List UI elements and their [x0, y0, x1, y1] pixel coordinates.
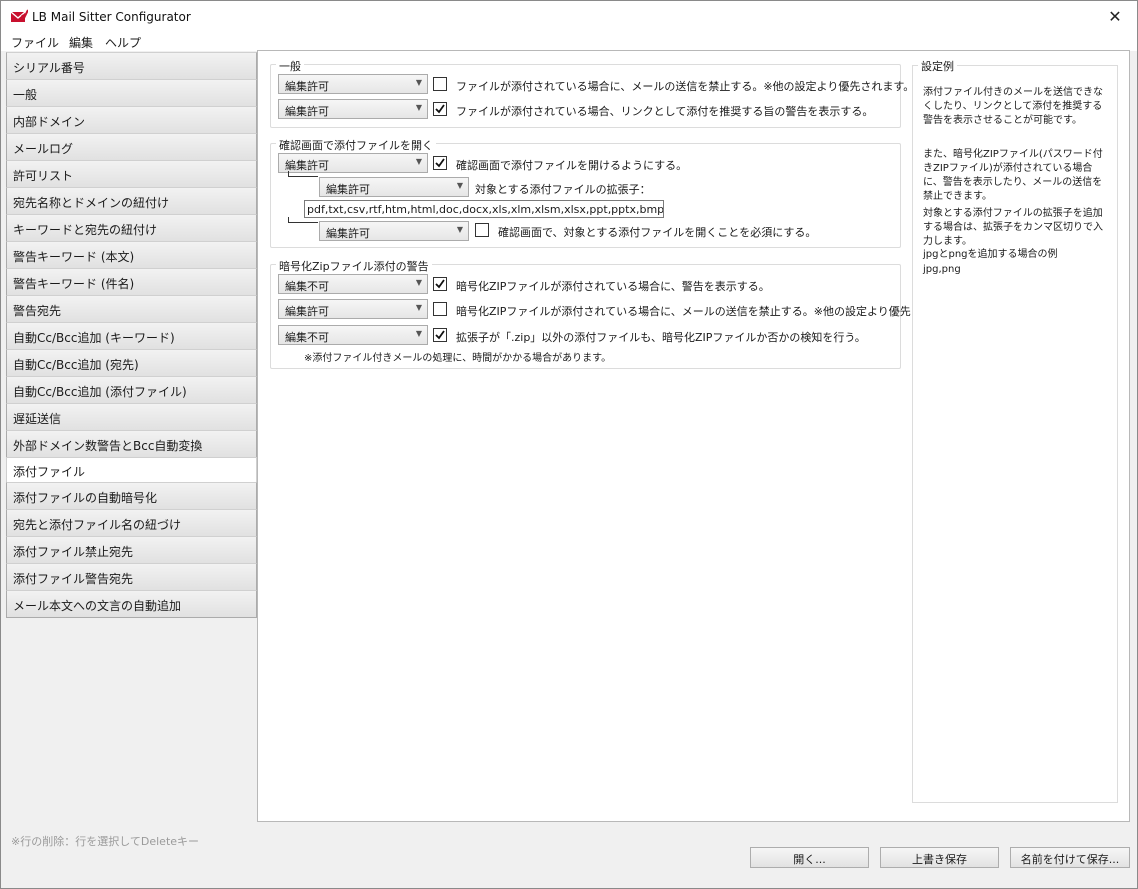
dropdown-value: 編集許可 — [285, 105, 329, 118]
menu-edit[interactable]: 編集 — [65, 32, 99, 51]
app-window: LB Mail Sitter Configurator ✕ ファイル 編集 ヘル… — [0, 0, 1138, 889]
general-group: 一般 編集許可 ▼ ファイルが添付されている場合に、メールの送信を禁止する。※他の… — [270, 58, 914, 128]
sidebar-item-recipient-filename-link[interactable]: 宛先と添付ファイル名の紐づけ — [6, 509, 257, 537]
example-title: 設定例 — [918, 58, 957, 74]
general-group-title: 一般 — [276, 58, 304, 74]
sidebar-item-allow-list[interactable]: 許可リスト — [6, 160, 257, 188]
sidebar-item-keyword-recipient-link[interactable]: キーワードと宛先の紐付け — [6, 214, 257, 242]
zip-block-label: 暗号化ZIPファイルが添付されている場合に、メールの送信を禁止する。※他の設定よ… — [456, 305, 965, 318]
sidebar-item-recipient-domain-link[interactable]: 宛先名称とドメインの紐付け — [6, 187, 257, 215]
save-as-button[interactable]: 名前を付けて保存... — [1010, 847, 1130, 868]
dropdown-value: 編集許可 — [326, 227, 370, 240]
zip-warn-label: 暗号化ZIPファイルが添付されている場合に、警告を表示する。 — [456, 280, 770, 293]
sidebar-item-warn-keyword-body[interactable]: 警告キーワード (本文) — [6, 241, 257, 269]
confirm-open-dropdown[interactable]: 編集許可 ▼ — [278, 153, 428, 173]
sidebar-item-warn-recipient[interactable]: 警告宛先 — [6, 295, 257, 323]
sidebar-item-general[interactable]: 一般 — [6, 79, 257, 107]
example-paragraph-3: 対象とする添付ファイルの拡張子を追加する場合は、拡張子をカンマ区切りで入力します… — [923, 208, 1103, 247]
general-row2-dropdown[interactable]: 編集許可 ▼ — [278, 99, 428, 119]
checkmark-icon — [435, 104, 445, 114]
title-bar: LB Mail Sitter Configurator ✕ — [1, 1, 1137, 32]
sidebar-item-body-auto-append[interactable]: メール本文への文言の自動追加 — [6, 590, 257, 618]
checkmark-icon — [435, 330, 445, 340]
sidebar-item-serial[interactable]: シリアル番号 — [6, 52, 257, 80]
dropdown-value: 編集不可 — [285, 280, 329, 293]
zip-block-checkbox[interactable] — [433, 302, 447, 316]
extension-label: 対象とする添付ファイルの拡張子： — [475, 183, 651, 196]
zip-detect-label: 拡張子が「.zip」以外の添付ファイルも、暗号化ZIPファイルか否かの検知を行う… — [456, 331, 866, 344]
chevron-down-icon: ▼ — [456, 181, 463, 190]
general-row1-checkbox[interactable] — [433, 77, 447, 91]
confirm-open-checkbox[interactable] — [433, 156, 447, 170]
close-icon[interactable]: ✕ — [1093, 1, 1137, 32]
chevron-down-icon: ▼ — [456, 225, 463, 234]
zip-detect-dropdown[interactable]: 編集不可 ▼ — [278, 325, 428, 345]
chevron-down-icon: ▼ — [415, 329, 422, 338]
general-row1-label: ファイルが添付されている場合に、メールの送信を禁止する。※他の設定より優先されま… — [456, 80, 915, 93]
category-sidebar: シリアル番号 一般 内部ドメイン メールログ 許可リスト 宛先名称とドメインの紐… — [6, 52, 257, 618]
chevron-down-icon: ▼ — [415, 103, 422, 112]
chevron-down-icon: ▼ — [415, 78, 422, 87]
open-required-label: 確認画面で、対象とする添付ファイルを開くことを必須にする。 — [498, 226, 817, 239]
zip-group-title: 暗号化Zipファイル添付の警告 — [276, 258, 432, 274]
sidebar-item-external-domain-warn[interactable]: 外部ドメイン数警告とBcc自動変換 — [6, 430, 257, 458]
general-row2-checkbox[interactable] — [433, 102, 447, 116]
general-row2-label: ファイルが添付されている場合、リンクとして添付を推奨する旨の警告を表示する。 — [456, 105, 874, 118]
confirm-open-label: 確認画面で添付ファイルを開けるようにする。 — [456, 159, 688, 172]
tree-connector — [288, 217, 318, 223]
sidebar-item-delayed-send[interactable]: 遅延送信 — [6, 403, 257, 431]
confirm-group: 確認画面で添付ファイルを開く 編集許可 ▼ 確認画面で添付ファイルを開けるようにす… — [270, 137, 901, 248]
chevron-down-icon: ▼ — [415, 303, 422, 312]
open-button[interactable]: 開く... — [750, 847, 869, 868]
open-required-checkbox[interactable] — [475, 223, 489, 237]
example-paragraph-2: また、暗号化ZIPファイル(パスワード付きZIPファイル)が添付されている場合に… — [923, 149, 1103, 202]
extension-input[interactable]: pdf,txt,csv,rtf,htm,html,doc,docx,xls,xl… — [304, 200, 664, 218]
general-row1-dropdown[interactable]: 編集許可 ▼ — [278, 74, 428, 94]
tree-connector — [288, 171, 318, 177]
sidebar-item-auto-cc-keyword[interactable]: 自動Cc/Bcc追加 (キーワード) — [6, 322, 257, 350]
dropdown-value: 編集不可 — [285, 331, 329, 344]
app-logo-icon — [10, 9, 28, 22]
example-paragraph-5: jpg,png — [923, 264, 961, 275]
overwrite-save-button[interactable]: 上書き保存 — [880, 847, 999, 868]
extension-dropdown[interactable]: 編集許可 ▼ — [319, 177, 469, 197]
dropdown-value: 編集許可 — [285, 305, 329, 318]
menu-bar: ファイル 編集 ヘルプ — [1, 32, 1137, 51]
menu-file[interactable]: ファイル — [1, 32, 65, 51]
chevron-down-icon: ▼ — [415, 278, 422, 287]
example-panel: 設定例 添付ファイル付きのメールを送信できなくしたり、リンクとして添付を推奨する… — [912, 58, 1118, 803]
example-paragraph-1: 添付ファイル付きのメールを送信できなくしたり、リンクとして添付を推奨する警告を表… — [923, 87, 1103, 126]
zip-block-dropdown[interactable]: 編集許可 ▼ — [278, 299, 428, 319]
delete-row-hint: ※行の削除：行を選択してDeleteキー — [11, 835, 200, 848]
zip-warn-dropdown[interactable]: 編集不可 ▼ — [278, 274, 428, 294]
chevron-down-icon: ▼ — [415, 157, 422, 166]
sidebar-item-attachment-block-recipient[interactable]: 添付ファイル禁止宛先 — [6, 536, 257, 564]
checkmark-icon — [435, 158, 445, 168]
menu-help[interactable]: ヘルプ — [99, 32, 147, 51]
zip-warning-group: 暗号化Zipファイル添付の警告 編集不可 ▼ 暗号化ZIPファイルが添付されている… — [270, 258, 965, 369]
confirm-group-title: 確認画面で添付ファイルを開く — [276, 137, 436, 153]
dropdown-value: 編集許可 — [285, 80, 329, 93]
sidebar-item-attachment-encrypt[interactable]: 添付ファイルの自動暗号化 — [6, 482, 257, 510]
open-required-dropdown[interactable]: 編集許可 ▼ — [319, 221, 469, 241]
zip-warn-checkbox[interactable] — [433, 277, 447, 291]
zip-detect-checkbox[interactable] — [433, 328, 447, 342]
sidebar-item-auto-cc-attachment[interactable]: 自動Cc/Bcc追加 (添付ファイル) — [6, 376, 257, 404]
sidebar-item-attachment[interactable]: 添付ファイル — [6, 457, 257, 483]
dropdown-value: 編集許可 — [326, 183, 370, 196]
sidebar-item-mail-log[interactable]: メールログ — [6, 133, 257, 161]
zip-note: ※添付ファイル付きメールの処理に、時間がかかる場合があります。 — [304, 353, 612, 364]
checkmark-icon — [435, 279, 445, 289]
sidebar-item-warn-keyword-subject[interactable]: 警告キーワード (件名) — [6, 268, 257, 296]
example-paragraph-4: jpgとpngを追加する場合の例 — [923, 249, 1058, 260]
window-title: LB Mail Sitter Configurator — [32, 10, 191, 24]
sidebar-item-auto-cc-recipient[interactable]: 自動Cc/Bcc追加 (宛先) — [6, 349, 257, 377]
sidebar-item-internal-domain[interactable]: 内部ドメイン — [6, 106, 257, 134]
sidebar-item-attachment-warn-recipient[interactable]: 添付ファイル警告宛先 — [6, 563, 257, 591]
